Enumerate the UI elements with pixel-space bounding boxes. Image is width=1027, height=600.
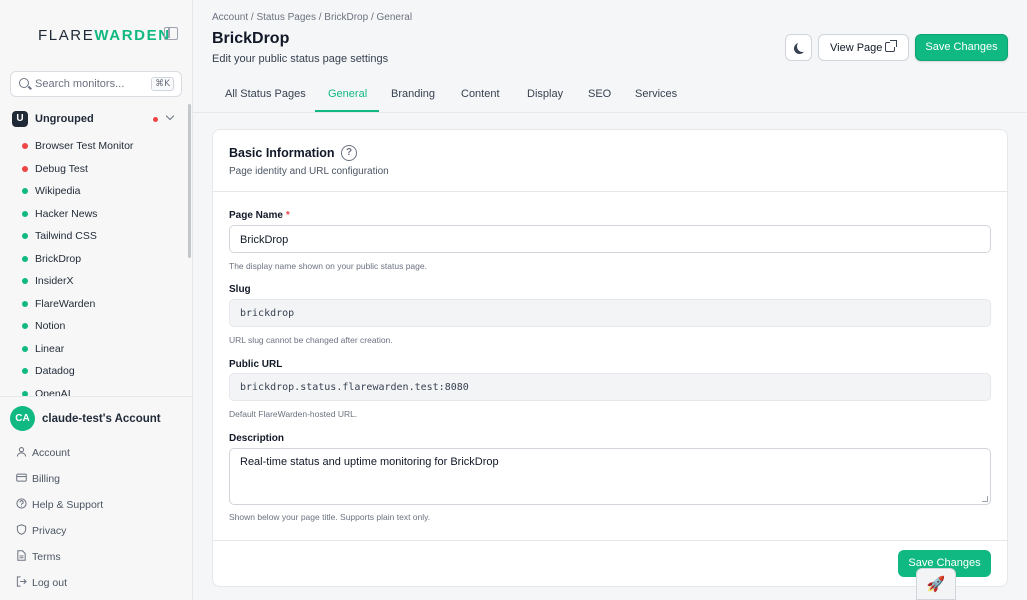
public-url-hint: Default FlareWarden-hosted URL. [229,409,358,419]
status-dot [22,345,28,352]
avatar[interactable]: CA [10,406,35,431]
status-dot [22,165,28,172]
status-dot [22,188,28,194]
page-name-input[interactable]: BrickDrop [229,225,991,253]
sidebar-item-label: Billing [32,473,61,485]
help-icon [16,498,27,509]
tab-services[interactable]: Services [635,88,677,100]
status-dot [22,143,28,149]
page-subtitle: Edit your public status page settings [212,53,389,65]
search-input[interactable]: Search monitors... ⌘K [10,71,182,97]
monitor-label: InsiderX [35,275,74,287]
sidebar: FLAREWARDEN Search monitors... ⌘K U Ungr… [0,0,193,600]
status-dot [22,210,28,217]
sidebar-item-label: Terms [32,551,61,563]
search-shortcut-badge: ⌘K [151,77,174,91]
description-label: Description [229,433,285,444]
monitor-label: Datadog [35,365,75,377]
account-name[interactable]: claude-test's Account [42,413,161,425]
tab-general[interactable]: General [328,88,367,100]
monitor-label: Tailwind CSS [35,230,97,242]
monitor-list: Browser Test Monitor Debug Test Wikipedia H… [0,134,188,396]
page-name-value: BrickDrop [240,234,289,246]
group-name: Ungrouped [35,113,94,125]
monitor-label: FlareWarden [35,297,96,310]
help-circle-icon[interactable]: ? [341,145,357,161]
tab-seo[interactable]: SEO [588,88,611,100]
section-title: Basic Information [229,146,335,160]
status-dot [22,255,28,262]
view-page-label: View Page [830,42,883,54]
page-name-label: Page Name * [229,210,290,221]
brand-logo[interactable]: FLAREWARDEN [38,27,171,44]
tab-display[interactable]: Display [527,88,563,100]
divider [213,540,1007,541]
monitor-label: Linear [35,342,65,355]
monitor-label: Browser Test Monitor [35,140,134,152]
monitor-label: BrickDrop [35,252,82,265]
tab-content[interactable]: Content [461,88,500,100]
rocket-icon[interactable]: 🚀 [916,568,956,600]
page-title: BrickDrop [212,30,290,47]
monitor-label: Debug Test [35,162,88,175]
sidebar-item-label: Account [32,447,70,459]
resize-handle[interactable] [982,496,988,502]
breadcrumb[interactable]: Account / Status Pages / BrickDrop / Gen… [212,12,412,23]
status-dot [22,233,28,239]
divider [213,191,1007,192]
public-url-label: Public URL [229,359,283,370]
slug-hint: URL slug cannot be changed after creatio… [229,335,393,345]
group-status-dot [153,117,158,122]
shield-icon [16,524,27,535]
document-icon [17,550,26,561]
monitor-label: Wikipedia [35,185,81,197]
credit-card-icon [16,473,27,482]
page-name-hint: The display name shown on your public st… [229,261,427,271]
chevron-down-icon[interactable] [165,111,175,121]
moon-icon [797,41,808,52]
status-dot [22,323,28,329]
status-dot [22,278,28,284]
tab-all-status-pages[interactable]: All Status Pages [225,88,306,100]
monitor-label: Hacker News [35,207,98,220]
section-subtitle: Page identity and URL configuration [229,166,389,177]
search-icon [19,78,29,88]
sidebar-item-label: Help & Support [32,499,104,511]
account-panel: CA claude-test's Account Account Billing… [0,396,192,600]
slug-label: Slug [229,284,251,295]
public-url-input: brickdrop.status.flarewarden.test:8080 [229,373,991,401]
active-tab-indicator [315,110,379,112]
status-dot [22,300,28,307]
logout-icon [16,576,27,587]
description-value: Real-time status and uptime monitoring f… [240,456,499,468]
basic-information-card: Basic Information ? Page identity and UR… [212,129,1008,587]
external-link-icon [885,40,897,52]
public-url-value: brickdrop.status.flarewarden.test:8080 [240,382,469,393]
sidebar-item-label: Log out [32,577,68,589]
monitor-label: Notion [35,320,66,332]
tab-bar: All Status Pages General Branding Conten… [193,77,1027,113]
user-icon [16,447,27,457]
view-page-button[interactable]: View Page [818,34,909,61]
status-dot [22,368,28,374]
sidebar-scrollbar[interactable] [188,104,191,258]
sidebar-item-label: Privacy [32,525,67,537]
description-textarea[interactable]: Real-time status and uptime monitoring f… [229,448,991,505]
slug-value: brickdrop [240,308,295,319]
theme-toggle-button[interactable] [785,34,812,61]
save-changes-button[interactable]: Save Changes [915,34,1008,61]
description-hint: Shown below your page title. Supports pl… [229,512,431,522]
search-placeholder: Search monitors... [35,78,125,90]
group-badge: U [12,111,28,127]
monitor-label: OpenAI [35,387,71,397]
required-marker: * [285,210,290,221]
group-header-ungrouped[interactable]: U Ungrouped [12,110,177,128]
sidebar-collapse-icon[interactable] [164,27,178,40]
tab-branding[interactable]: Branding [391,88,435,100]
slug-input: brickdrop [229,299,991,327]
